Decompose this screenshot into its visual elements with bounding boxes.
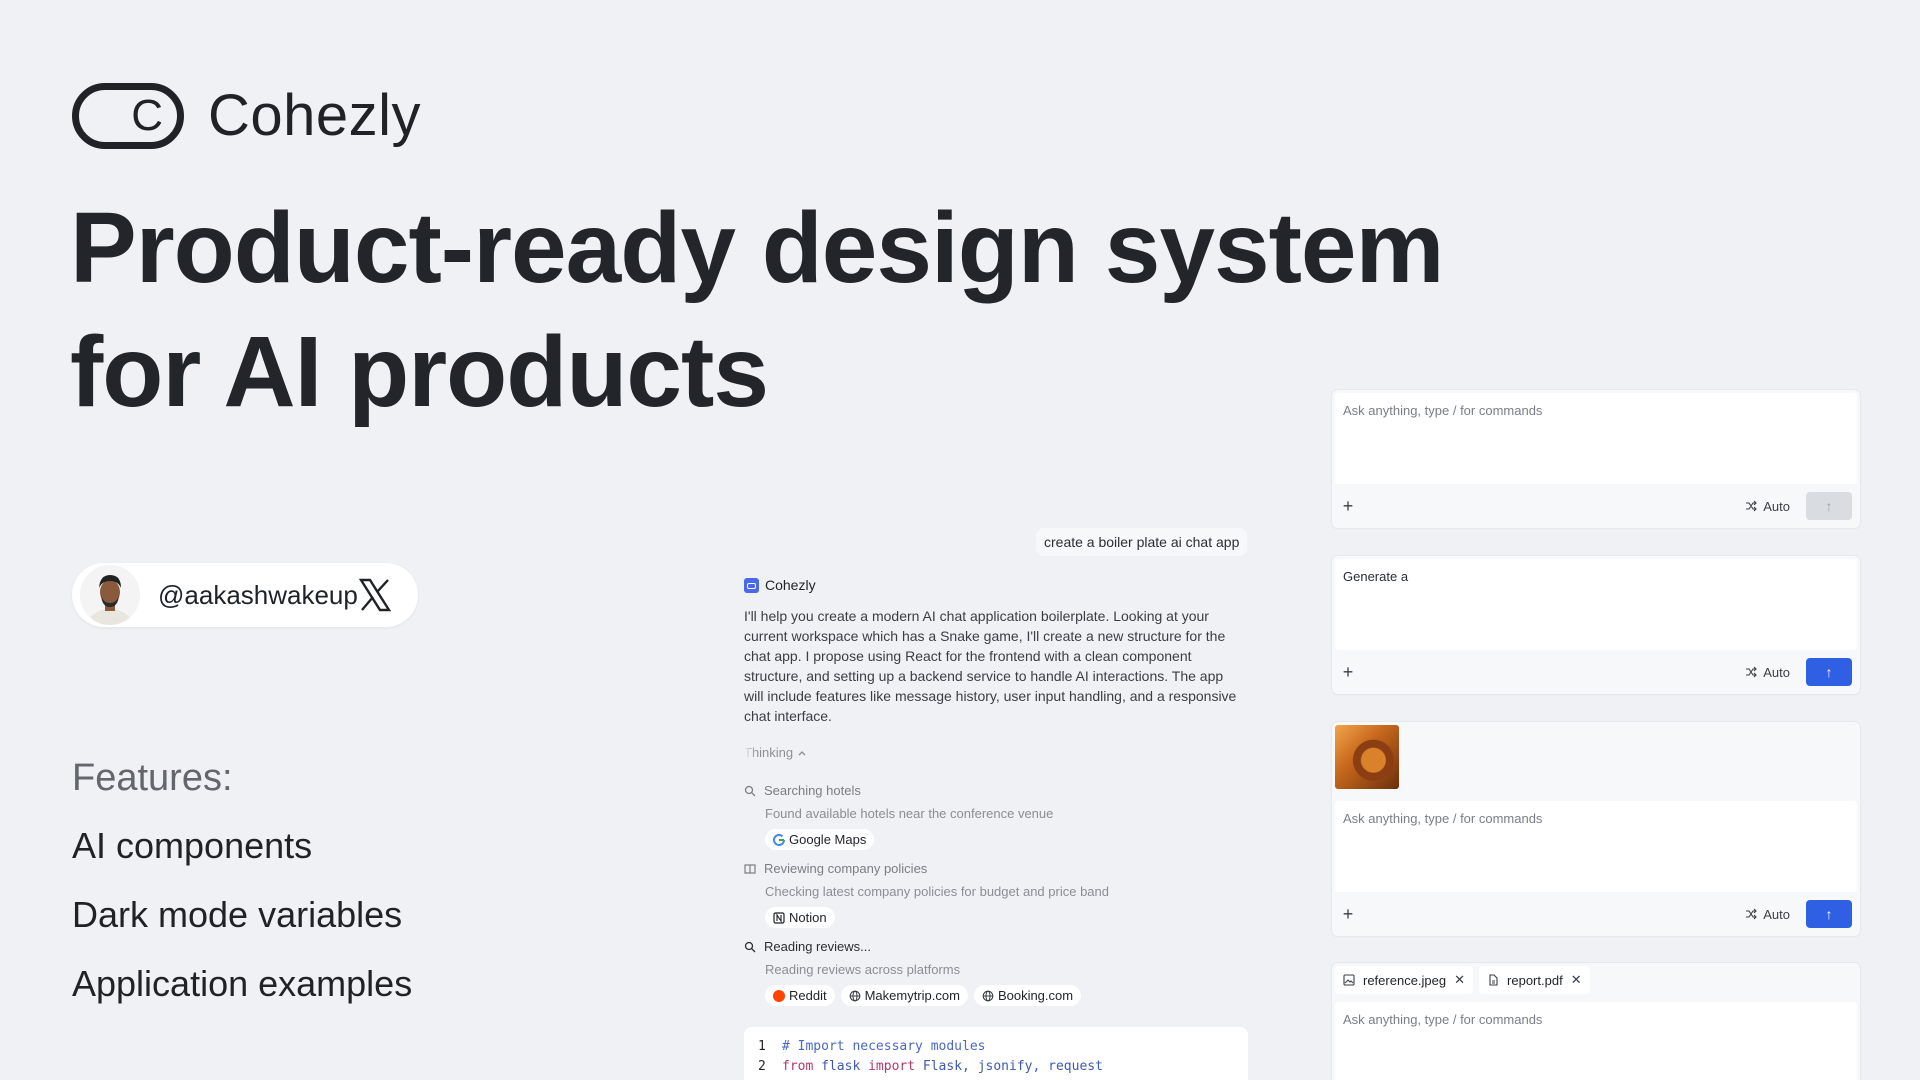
prompt-input-card: Ask anything, type / for commands + Auto… [1332,390,1860,528]
assistant-name: Cohezly [765,577,816,593]
source-chip-reddit[interactable]: Reddit [765,985,835,1006]
send-button[interactable]: ↑ [1806,492,1852,520]
globe-icon [982,990,994,1001]
prompt-input[interactable]: Generate a [1335,559,1857,650]
source-chip-booking[interactable]: Booking.com [973,985,1082,1006]
step-description: Reading reviews across platforms [765,962,961,977]
shuffle-icon [1746,666,1758,678]
image-thumbnail[interactable] [1335,725,1399,789]
assistant-header: Cohezly [744,577,816,593]
author-pill[interactable]: @aakashwakeup [72,563,418,627]
prompt-input-card-with-image: Ask anything, type / for commands + Auto… [1332,722,1860,936]
features-title: Features: [72,757,233,799]
add-attachment-button[interactable]: + [1340,904,1356,925]
mode-selector[interactable]: Auto [1745,907,1790,922]
user-message-bubble: create a boiler plate ai chat app [1036,528,1248,556]
input-toolbar: + Auto ↑ [1332,892,1860,936]
brand: C Cohezly [72,82,421,149]
code-block: 1 # Import necessary modules 2 from flask … [744,1027,1248,1080]
image-icon [1343,974,1355,986]
add-attachment-button[interactable]: + [1340,496,1356,517]
prompt-input-card: Generate a + Auto ↑ [1332,556,1860,694]
book-icon [744,863,756,874]
chevron-up-icon [798,750,806,755]
remove-attachment-icon[interactable]: ✕ [1454,972,1465,988]
thinking-step: Searching hotels Found available hotels … [744,783,1244,850]
step-title: Reading reviews... [764,939,871,954]
search-icon [744,941,756,952]
arrow-up-icon: ↑ [1825,498,1833,514]
arrow-up-icon: ↑ [1825,664,1833,680]
mode-selector[interactable]: Auto [1745,499,1790,514]
author-handle: @aakashwakeup [158,579,358,610]
page-headline: Product-ready design system for AI produ… [70,186,1470,434]
shuffle-icon [1746,908,1758,920]
code-line: 2 from flask import Flask, jsonify, reque… [758,1059,1103,1074]
globe-icon [849,990,860,1001]
arrow-up-icon: ↑ [1825,906,1833,922]
code-line: 1 # Import necessary modules [758,1039,986,1054]
prompt-input-card-with-files: reference.jpeg ✕ report.pdf ✕ Ask anythi… [1332,963,1860,1080]
input-toolbar: + Auto ↑ [1332,484,1860,528]
input-toolbar: + Auto ↑ [1332,650,1860,694]
step-title: Reviewing company policies [764,861,928,876]
mode-selector[interactable]: Auto [1745,665,1790,680]
feature-item: Dark mode variables [72,894,403,935]
send-button[interactable]: ↑ [1806,658,1852,686]
send-button[interactable]: ↑ [1806,900,1852,928]
step-description: Found available hotels near the conferen… [765,806,1054,821]
cohezly-logo-icon: C [72,82,184,149]
prompt-input[interactable]: Ask anything, type / for commands [1335,1002,1857,1080]
google-icon [773,833,785,846]
source-chip-google-maps[interactable]: Google Maps [765,829,875,850]
shuffle-icon [1746,500,1758,512]
file-icon [1489,974,1498,986]
thinking-label: Thinking [744,745,794,760]
remove-attachment-icon[interactable]: ✕ [1571,972,1582,988]
source-chip-makemytrip[interactable]: Makemytrip.com [840,985,968,1006]
headline-line-2: for AI products [70,316,769,428]
assistant-badge-icon [744,577,759,593]
file-attachment[interactable]: reference.jpeg ✕ [1335,966,1474,994]
search-icon [744,785,756,796]
add-attachment-button[interactable]: + [1340,662,1356,683]
attachment-row: reference.jpeg ✕ report.pdf ✕ [1332,963,1860,999]
x-logo-icon[interactable] [358,578,392,612]
thinking-step: Reviewing company policies Checking late… [744,861,1244,928]
reddit-icon [773,989,785,1002]
prompt-input[interactable]: Ask anything, type / for commands [1335,801,1857,892]
assistant-message: I'll help you create a modern AI chat ap… [744,608,1237,724]
feature-item: AI components [72,825,313,866]
thinking-toggle[interactable]: Thinking [744,745,807,760]
source-chip-notion[interactable]: Notion [765,907,835,928]
step-description: Checking latest company policies for bud… [765,884,1109,899]
step-title: Searching hotels [764,783,861,798]
notion-icon [773,911,785,924]
attachment-row [1332,722,1860,798]
prompt-input[interactable]: Ask anything, type / for commands [1335,393,1857,484]
avatar [80,565,140,625]
headline-line-1: Product-ready design system [70,192,1444,304]
thinking-step: Reading reviews... Reading reviews acros… [744,939,1244,1006]
feature-item: Application examples [72,963,413,1004]
brand-name: Cohezly [208,83,422,148]
file-attachment[interactable]: report.pdf ✕ [1479,966,1590,994]
